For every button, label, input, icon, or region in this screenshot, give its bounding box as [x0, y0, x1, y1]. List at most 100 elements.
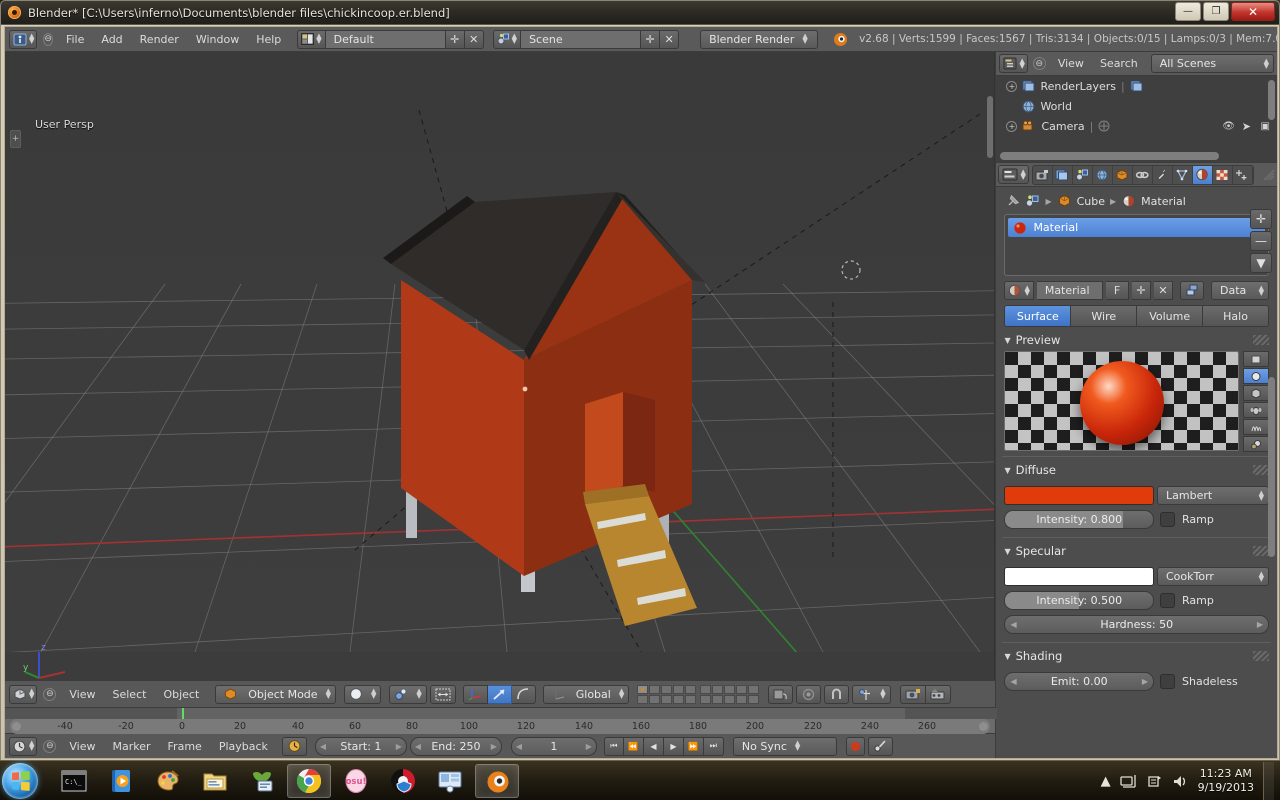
timeline-menu-frame[interactable]: Frame — [161, 738, 209, 755]
properties-scrollbar[interactable] — [1268, 377, 1275, 557]
layer-block-bottom[interactable] — [700, 684, 760, 704]
panel-header-diffuse[interactable]: ▼ Diffuse — [996, 457, 1277, 481]
tab-wire[interactable]: Wire — [1071, 306, 1138, 326]
specular-hardness-slider[interactable]: ◀ Hardness: 50 ▶ — [1004, 615, 1269, 634]
minimize-button[interactable]: — — [1175, 2, 1201, 21]
expand-icon[interactable]: + — [1006, 120, 1018, 132]
taskbar-item-display-settings[interactable] — [428, 764, 472, 798]
layer-cell[interactable] — [673, 694, 685, 704]
outliner-menu-view[interactable]: View — [1051, 55, 1091, 72]
emit-slider[interactable]: ◀ Emit: 0.00 ▶ — [1004, 672, 1154, 691]
outliner-menu-search[interactable]: Search — [1093, 55, 1145, 72]
scene-browse-button[interactable]: ▲ ▼ — [492, 29, 522, 49]
snap-target-dropdown[interactable]: ▲ ▼ — [852, 684, 891, 704]
menu-render[interactable]: Render — [133, 31, 186, 48]
delete-screen-layout-button[interactable]: ✕ — [464, 29, 484, 49]
add-screen-layout-button[interactable]: ✛ — [445, 29, 465, 49]
timeline-strip[interactable]: -40 -20 0 20 40 60 80 100 120 140 160 18… — [5, 707, 997, 734]
layer-cell[interactable] — [685, 684, 697, 694]
layer-cell[interactable] — [673, 684, 685, 694]
tab-scene[interactable] — [1073, 165, 1093, 184]
layer-block-top[interactable] — [637, 684, 697, 704]
outliner-vertical-scrollbar[interactable] — [1268, 80, 1275, 120]
pin-icon[interactable] — [1006, 194, 1020, 208]
preview-monkey-button[interactable] — [1243, 402, 1269, 418]
timeline-collapse-menus[interactable]: ⊖ — [43, 739, 57, 753]
action-center-icon[interactable] — [1146, 774, 1163, 789]
render-engine-dropdown[interactable]: Blender Render ▲ ▼ — [700, 29, 819, 49]
taskbar-item-google-chrome[interactable] — [287, 763, 331, 798]
frame-inc-arrow[interactable]: ▶ — [586, 742, 592, 751]
window-titlebar[interactable]: Blender* [C:\Users\inferno\Documents\ble… — [1, 1, 1279, 25]
properties-editor-type-selector[interactable]: ▲ ▼ — [998, 165, 1029, 184]
tab-modifiers[interactable] — [1153, 165, 1173, 184]
preview-cube-button[interactable] — [1243, 385, 1269, 401]
screen-layout-spinner[interactable]: ▲ ▼ — [316, 33, 321, 45]
outliner-row-renderlayers[interactable]: + RenderLayers | — [996, 76, 1277, 96]
layer-cell[interactable] — [736, 684, 748, 694]
scale-manipulator-button[interactable] — [511, 684, 536, 704]
taskbar-item-notepad-plus[interactable] — [240, 764, 284, 798]
layer-cell[interactable] — [649, 694, 661, 704]
snap-toggle-button[interactable] — [824, 684, 850, 704]
unlink-material-button[interactable]: ✕ — [1154, 281, 1173, 300]
material-sphere-icon[interactable] — [1121, 194, 1136, 208]
layer-cell[interactable] — [736, 694, 748, 704]
material-link-dropdown[interactable]: Data ▲ ▼ — [1211, 281, 1269, 300]
new-material-button[interactable]: ✛ — [1132, 281, 1151, 300]
frame-end-field[interactable]: ◀ End: 250 ▶ — [409, 736, 502, 756]
end-inc-arrow[interactable]: ▶ — [491, 742, 497, 751]
timeline-ruler[interactable]: -40 -20 0 20 40 60 80 100 120 140 160 18… — [10, 719, 991, 734]
layer-cell[interactable] — [685, 694, 697, 704]
record-button[interactable] — [845, 736, 865, 756]
outliner-tree[interactable]: + RenderLayers | World + Camera | 👁 ➤ ▣ — [996, 76, 1277, 162]
play-reverse-button[interactable]: ◀ — [643, 736, 664, 756]
preview-flat-button[interactable] — [1243, 351, 1269, 367]
frame-start-field[interactable]: ◀ Start: 1 ▶ — [314, 736, 407, 756]
copy-material-button[interactable] — [1180, 281, 1204, 300]
preview-hair-button[interactable] — [1243, 419, 1269, 435]
viewport-shading-dropdown[interactable]: ▲ ▼ — [343, 684, 382, 704]
delete-scene-button[interactable]: ✕ — [660, 29, 680, 49]
properties-editor-spinner[interactable]: ▲ ▼ — [1020, 168, 1025, 180]
maximize-button[interactable]: ❐ — [1203, 2, 1229, 21]
timeline-menu-marker[interactable]: Marker — [106, 738, 158, 755]
keying-set-button[interactable] — [867, 736, 893, 756]
outliner-editor-type-selector[interactable]: ▲ ▼ — [999, 54, 1028, 73]
material-name-field[interactable]: Material — [1036, 281, 1103, 300]
tab-world[interactable] — [1093, 165, 1113, 184]
hardness-inc-arrow[interactable]: ▶ — [1257, 620, 1263, 629]
lock-camera-button[interactable] — [768, 684, 794, 704]
view3d-editor-type-selector[interactable]: ▲ ▼ — [9, 684, 38, 704]
add-scene-button[interactable]: ✛ — [641, 29, 661, 49]
menu-help[interactable]: Help — [249, 31, 288, 48]
view3d-menu-object[interactable]: Object — [156, 686, 206, 703]
restrict-select-icon[interactable]: ➤ — [1242, 120, 1251, 133]
hardness-dec-arrow[interactable]: ◀ — [1010, 620, 1016, 629]
start-button[interactable] — [2, 762, 38, 799]
layer-cell[interactable] — [661, 694, 673, 704]
layer-cell[interactable] — [637, 684, 649, 694]
material-slot-specials-button[interactable]: ▼ — [1250, 253, 1272, 273]
timeline-editor-spinner[interactable]: ▲ ▼ — [29, 740, 34, 752]
scene-name[interactable]: Scene — [521, 29, 642, 49]
diffuse-intensity-slider[interactable]: Intensity: 0.800 — [1004, 510, 1154, 529]
render-image-button[interactable] — [899, 684, 926, 704]
outliner-row-world[interactable]: World — [996, 96, 1277, 116]
play-button[interactable]: ▶ — [663, 736, 684, 756]
panel-header-specular[interactable]: ▼ Specular — [996, 538, 1277, 562]
tab-constraints[interactable] — [1133, 165, 1153, 184]
jump-to-end-button[interactable]: ⏭ — [703, 736, 724, 756]
emit-dec-arrow[interactable]: ◀ — [1010, 677, 1016, 686]
taskbar-item-paint[interactable] — [146, 764, 190, 798]
tab-data[interactable] — [1173, 165, 1193, 184]
material-browse-button[interactable]: ▲ ▼ — [1004, 281, 1034, 300]
view3d-editor-spinner[interactable]: ▲ ▼ — [29, 688, 34, 700]
layer-cell[interactable] — [661, 684, 673, 694]
auto-keyframe-button[interactable] — [281, 736, 307, 756]
taskbar-item-antivirus[interactable] — [381, 764, 425, 798]
menu-window[interactable]: Window — [189, 31, 246, 48]
tab-surface[interactable]: Surface — [1005, 306, 1072, 326]
timeline-menu-view[interactable]: View — [62, 738, 102, 755]
layer-cell[interactable] — [637, 694, 649, 704]
